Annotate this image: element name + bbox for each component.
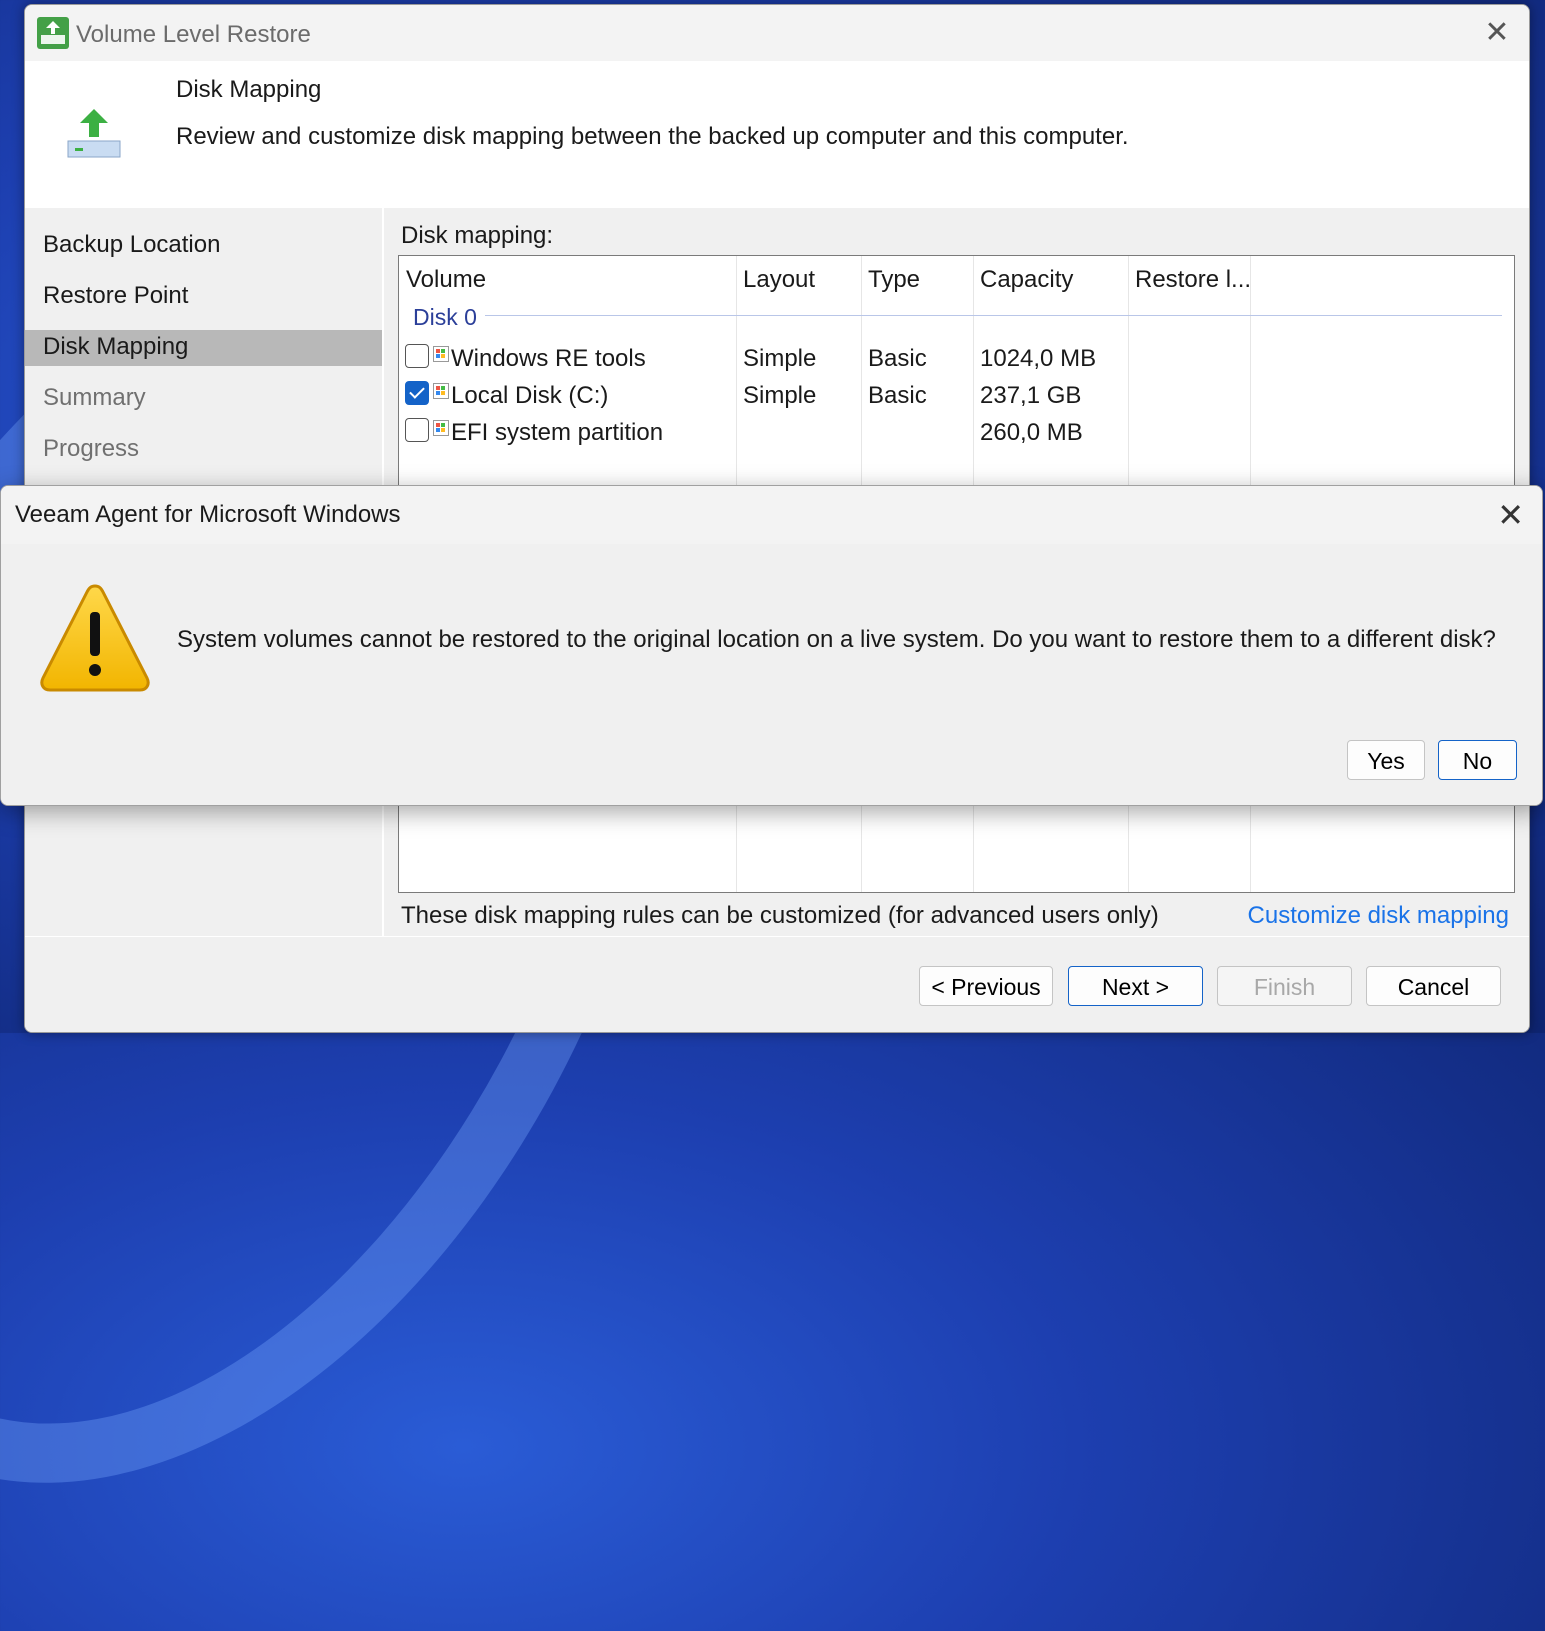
volume-checkbox[interactable] [405,344,429,368]
volume-name: EFI system partition [451,419,664,446]
restore-upload-icon [67,109,121,158]
step-disk-mapping[interactable]: Disk Mapping [25,330,382,366]
dialog-close-icon[interactable]: ✕ [1497,496,1524,534]
yes-button[interactable]: Yes [1347,740,1425,780]
wizard-title: Volume Level Restore [76,21,311,48]
step-progress: Progress [43,435,140,462]
page-description: Review and customize disk mapping betwee… [176,123,1129,150]
mapping-rules-note: These disk mapping rules can be customiz… [401,902,1159,929]
veeam-app-icon [37,17,69,49]
disk-mapping-label: Disk mapping: [401,222,554,249]
volume-layout: Simple [743,382,817,409]
table-row[interactable]: Windows RE tools Simple Basic 1024,0 MB [399,340,1514,376]
wizard-footer: < Previous Next > Finish Cancel [25,936,1529,1032]
dialog-titlebar[interactable]: Veeam Agent for Microsoft Windows ✕ [1,486,1542,544]
dialog-title: Veeam Agent for Microsoft Windows [15,501,401,528]
table-row[interactable]: Local Disk (C:) Simple Basic 237,1 GB [399,377,1514,413]
warning-icon [40,584,150,692]
column-header-layout[interactable]: Layout [743,266,815,294]
column-header-capacity[interactable]: Capacity [980,266,1073,294]
volume-type: Basic [868,345,927,372]
volume-name: Windows RE tools [451,345,646,372]
customize-disk-mapping-link[interactable]: Customize disk mapping [1248,902,1509,930]
volume-layout: Simple [743,345,817,372]
table-row[interactable]: EFI system partition 260,0 MB [399,414,1514,450]
volume-checkbox[interactable] [405,418,429,442]
volume-icon [433,420,449,436]
volume-icon [433,383,449,399]
volume-name: Local Disk (C:) [451,382,609,409]
next-button[interactable]: Next > [1068,966,1203,1006]
volume-capacity: 1024,0 MB [980,345,1097,372]
volume-capacity: 237,1 GB [980,382,1082,409]
previous-button[interactable]: < Previous [919,966,1053,1006]
step-backup-location[interactable]: Backup Location [25,228,382,264]
disk-group-divider [485,315,1502,316]
wizard-header: Disk Mapping Review and customize disk m… [25,61,1529,208]
dialog-body: System volumes cannot be restored to the… [1,544,1542,805]
no-button[interactable]: No [1438,740,1517,780]
volume-type: Basic [868,382,927,409]
dialog-message: System volumes cannot be restored to the… [177,626,1496,653]
step-restore-point[interactable]: Restore Point [25,279,382,315]
column-header-type[interactable]: Type [868,266,920,294]
cancel-button[interactable]: Cancel [1366,966,1501,1006]
volume-capacity: 260,0 MB [980,419,1083,446]
volume-checkbox[interactable] [405,381,429,405]
page-title: Disk Mapping [176,76,322,103]
column-header-restore-location[interactable]: Restore l... [1135,266,1251,294]
step-summary: Summary [43,384,146,411]
column-header-volume[interactable]: Volume [406,266,486,294]
confirmation-dialog: Veeam Agent for Microsoft Windows ✕ Syst… [0,485,1543,806]
volume-icon [433,346,449,362]
finish-button: Finish [1217,966,1352,1006]
wizard-close-icon[interactable]: ✕ [1479,17,1515,49]
disk-group-label: Disk 0 [413,304,477,330]
wizard-titlebar[interactable]: Volume Level Restore ✕ [25,5,1529,61]
